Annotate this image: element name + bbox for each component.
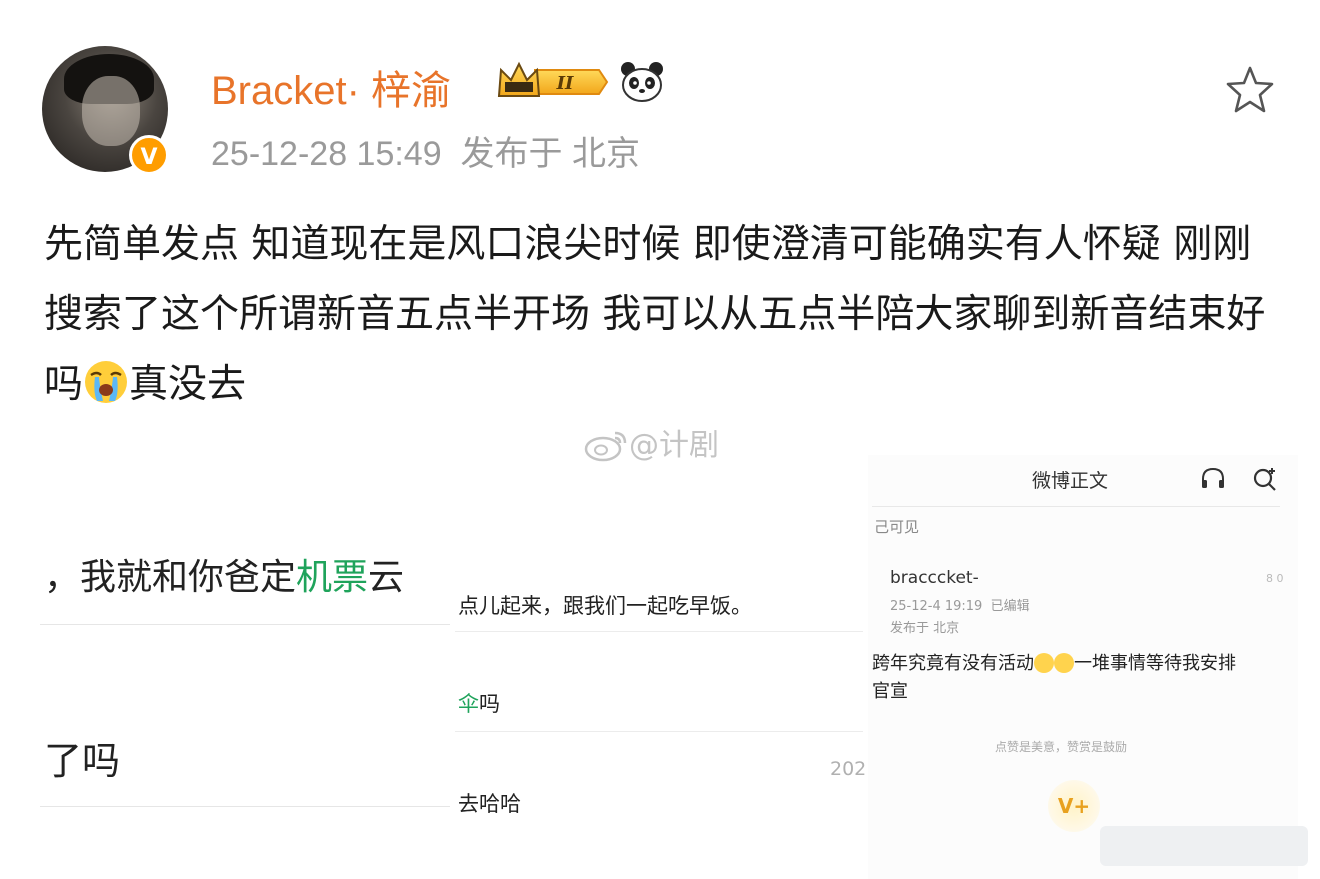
- bottom-bar: [1100, 826, 1308, 866]
- search-icon[interactable]: [1252, 466, 1278, 492]
- crying-face-icon: [1054, 653, 1074, 673]
- post-body-text: 官宣: [872, 681, 908, 702]
- star-outline-icon[interactable]: [1224, 64, 1276, 116]
- panda-icon: [621, 62, 663, 102]
- chat-text-cut: 云: [368, 557, 405, 598]
- divider: [455, 631, 863, 632]
- reward-label: V+: [1057, 794, 1091, 818]
- post-location: 发布于 北京: [460, 135, 640, 173]
- chat-highlight: 伞: [458, 692, 479, 716]
- divider: [40, 624, 450, 625]
- post-location: 发布于 北京: [890, 621, 960, 636]
- chat-highlight: 机票: [296, 557, 369, 598]
- crying-face-icon: [85, 361, 128, 403]
- crying-face-icon: [1034, 653, 1054, 673]
- post-meta: 25-12-28 15:49 发布于 北京: [211, 126, 640, 175]
- post-body-text: 跨年究竟有没有活动: [872, 653, 1034, 674]
- username[interactable]: Bracket· 梓渝: [211, 58, 451, 116]
- chat-fragment-line: 点儿起来，跟我们一起吃早饭。: [458, 594, 752, 618]
- post-text-end: 真没去: [129, 362, 247, 407]
- chat-year-cut: 202: [830, 758, 867, 780]
- chat-text: 吗: [479, 692, 500, 716]
- weibo-logo-icon: [584, 431, 627, 462]
- post-body: 跨年究竟有没有活动 一堆事情等待我安排 官宣: [872, 650, 1236, 706]
- verified-badge-icon: V: [129, 135, 169, 175]
- post-date: 25-12-4 19:19 已编辑: [890, 595, 1030, 614]
- headphone-icon[interactable]: [1200, 466, 1226, 490]
- divider: [872, 506, 1280, 507]
- post-date-value: 25-12-4 19:19: [890, 599, 983, 614]
- watermark-text: @计剧: [629, 428, 719, 463]
- divider: [40, 806, 450, 807]
- reward-hint: 点赞是美意，赞赏是鼓励: [995, 740, 1128, 754]
- chat-fragment-line: 了吗: [44, 739, 121, 783]
- chat-fragment-line: ，我就和你爸定机票云: [44, 548, 404, 600]
- watermark: @计剧: [583, 420, 719, 464]
- divider: [455, 731, 863, 732]
- avatar-face: [82, 76, 140, 146]
- post-body-text: 一堆事情等待我安排: [1074, 653, 1236, 674]
- chat-fragment-line: 去哈哈: [458, 792, 521, 816]
- chat-fragment-line: 伞吗: [458, 688, 500, 718]
- crown-level-text: II: [556, 73, 574, 94]
- cut-off-text: 8 0: [1266, 572, 1284, 585]
- visibility-text: 己可见: [874, 518, 920, 536]
- post-author[interactable]: bracccket-: [890, 568, 979, 588]
- reward-button[interactable]: V+: [1048, 780, 1100, 832]
- weibo-page-title: 微博正文: [1032, 470, 1109, 492]
- chat-text: ，我就和你爸定: [44, 557, 297, 598]
- post-content: 先简单发点 知道现在是风口浪尖时候 即使澄清可能确实有人怀疑 刚刚搜索了这个所谓…: [44, 210, 1284, 420]
- post-timestamp: 25-12-28 15:49: [211, 135, 442, 173]
- crown-level-icon[interactable]: II: [495, 60, 611, 104]
- edited-label: 已编辑: [990, 599, 1030, 614]
